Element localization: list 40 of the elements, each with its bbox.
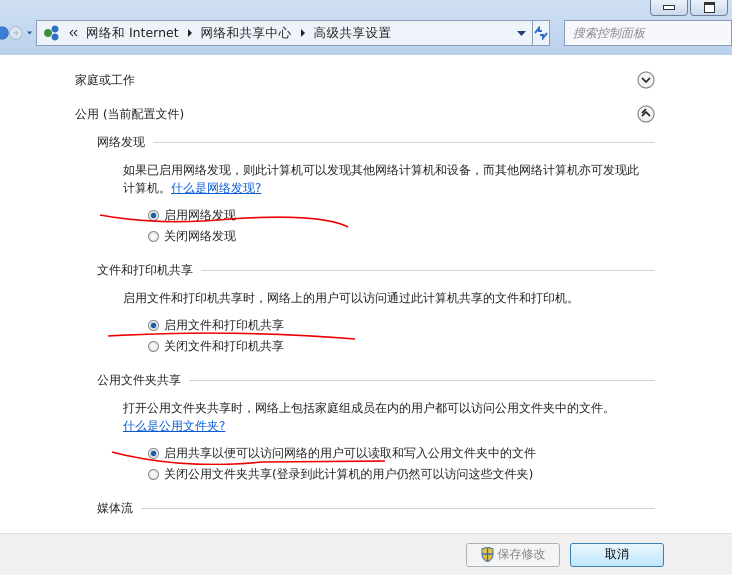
refresh-button[interactable] <box>533 20 550 46</box>
address-bar[interactable]: 网络和 Internet 网络和共享中心 高级共享设置 <box>36 20 533 46</box>
description-text: 打开公用文件夹共享时，网络上包括家庭组成员在内的用户都可以访问公用文件夹中的文件。 什么是公用文件夹? <box>123 400 616 435</box>
minimize-button[interactable] <box>650 0 688 16</box>
radio-button[interactable] <box>148 320 159 331</box>
search-field[interactable]: 搜索控制面板 <box>564 20 732 46</box>
radio-button[interactable] <box>148 448 159 459</box>
dropdown-icon[interactable] <box>517 30 526 36</box>
section-title: 网络发现 <box>97 134 145 150</box>
breadcrumb-item[interactable]: 高级共享设置 <box>314 24 392 42</box>
section-title: 媒体流 <box>97 500 133 516</box>
option-label: 关闭网络发现 <box>164 228 236 245</box>
radio-button[interactable] <box>148 210 159 221</box>
description-text: 启用文件和打印机共享时，网络上的用户可以访问通过此计算机共享的文件和打印机。 <box>123 290 580 307</box>
expand-button[interactable] <box>637 71 655 89</box>
section-title: 文件和打印机共享 <box>97 262 193 278</box>
radio-button[interactable] <box>148 341 159 352</box>
option-label: 启用共享以便可以访问网络的用户可以读取和写入公用文件夹中的文件 <box>164 445 536 462</box>
description-text: 如果已启用网络发现，则此计算机可以发现其他网络计算机和设备，而其他网络计算机亦可发现此计算机。什么是网络发现? <box>123 162 640 197</box>
breadcrumb-item[interactable]: 网络和共享中心 <box>200 24 292 42</box>
dropdown-icon[interactable] <box>26 30 32 36</box>
arrow-icon <box>300 29 306 37</box>
option-label: 启用文件和打印机共享 <box>164 317 284 334</box>
shield-icon <box>480 547 494 562</box>
radio-button[interactable] <box>148 469 159 480</box>
radio-button[interactable] <box>148 231 159 242</box>
option-label: 关闭文件和打印机共享 <box>164 338 284 355</box>
network-icon <box>43 25 61 41</box>
arrow-icon <box>186 29 193 37</box>
profile-title: 公用 (当前配置文件) <box>75 106 184 122</box>
help-link[interactable]: 什么是公用文件夹? <box>123 419 226 433</box>
profile-title: 家庭或工作 <box>75 72 135 88</box>
maximize-button[interactable] <box>690 0 728 16</box>
section-title: 公用文件夹共享 <box>97 372 181 388</box>
footer-button[interactable]: 取消 <box>570 542 664 566</box>
option-label: 关闭公用文件夹共享(登录到此计算机的用户仍然可以访问这些文件夹) <box>164 466 534 483</box>
help-link[interactable]: 什么是网络发现? <box>171 181 262 195</box>
chevron-icon <box>69 29 78 37</box>
expand-button[interactable] <box>637 105 655 123</box>
breadcrumb-item[interactable]: 网络和 Internet <box>86 24 179 42</box>
